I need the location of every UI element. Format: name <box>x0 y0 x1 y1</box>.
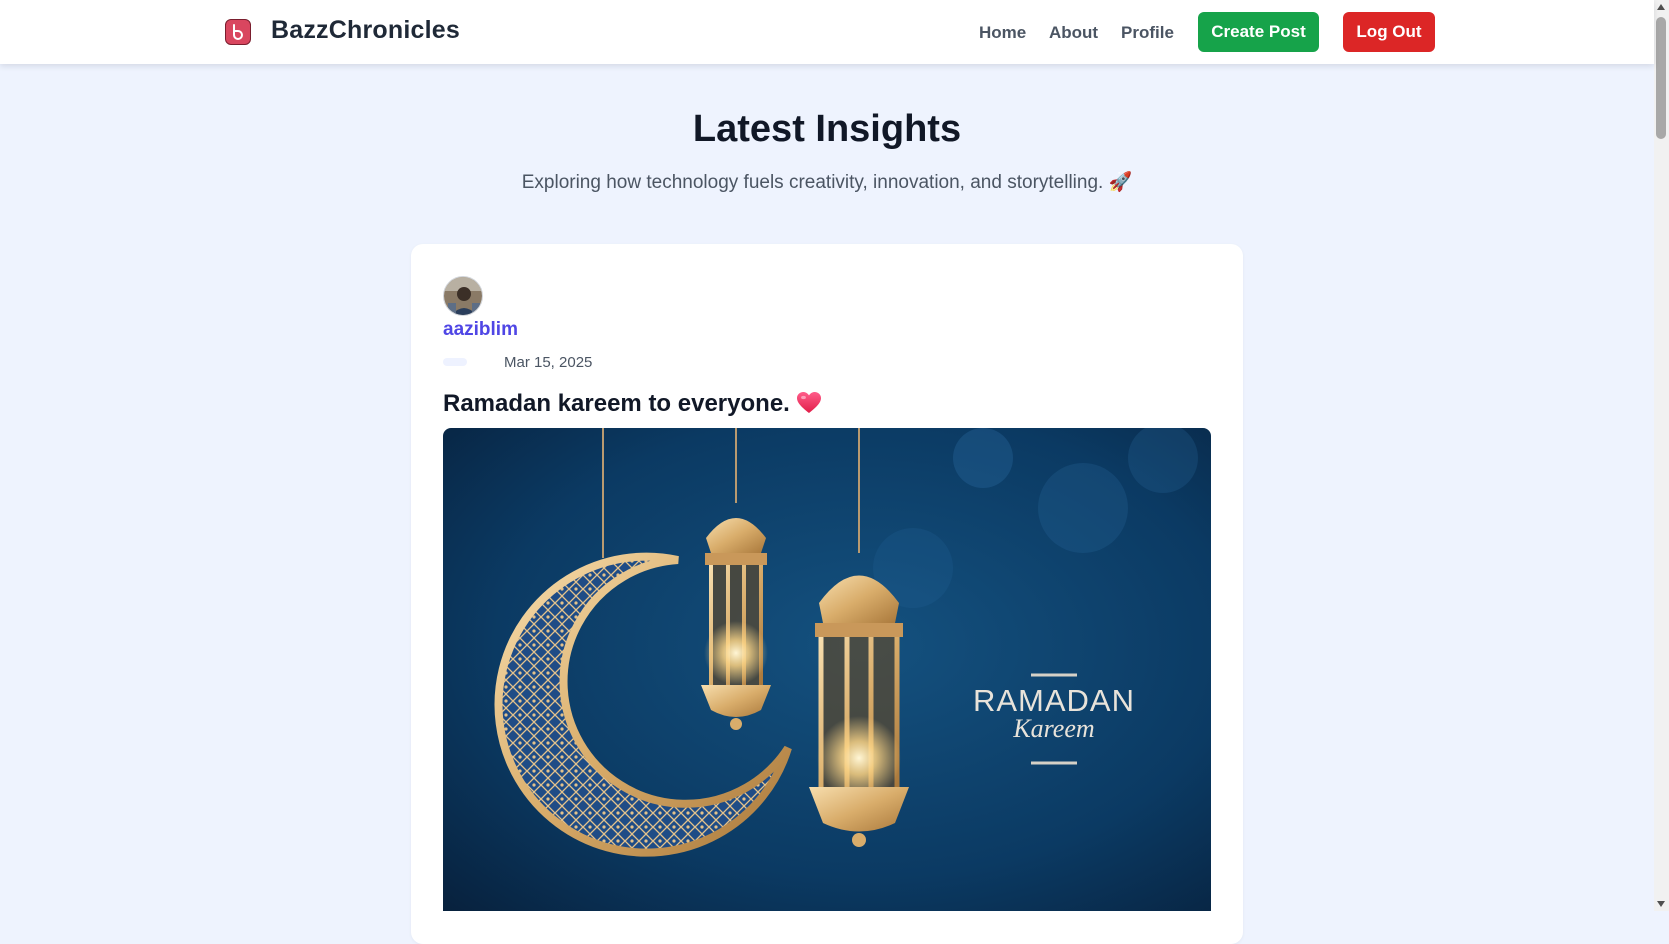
author-avatar[interactable] <box>443 276 483 316</box>
heart-icon <box>796 391 822 422</box>
post-title[interactable]: Ramadan kareem to everyone. <box>443 390 822 422</box>
post-image[interactable]: RAMADAN Kareem <box>443 428 1211 911</box>
post-date: Mar 15, 2025 <box>504 354 593 371</box>
post-title-text: Ramadan kareem to everyone. <box>443 390 790 417</box>
scrollbar-thumb[interactable] <box>1656 17 1666 139</box>
nav-link-profile[interactable]: Profile <box>1121 23 1174 43</box>
page-subtitle: Exploring how technology fuels creativit… <box>521 172 1133 193</box>
brand-logo-icon[interactable] <box>225 19 251 45</box>
post-tag-pill <box>443 358 467 366</box>
image-caption-line1: RAMADAN <box>973 683 1135 718</box>
post-author-link[interactable]: aaziblim <box>443 319 518 341</box>
image-caption-line2: Kareem <box>1012 714 1094 743</box>
logout-button[interactable]: Log Out <box>1343 12 1435 52</box>
create-post-button[interactable]: Create Post <box>1198 12 1319 52</box>
page-scrollbar[interactable] <box>1654 0 1669 911</box>
scroll-down-arrow-icon[interactable] <box>1657 901 1665 907</box>
nav-link-home[interactable]: Home <box>979 23 1026 43</box>
nav-link-about[interactable]: About <box>1049 23 1098 43</box>
top-navbar: BazzChronicles Home About Profile Create… <box>0 0 1654 64</box>
page-title: Latest Insights <box>692 108 962 150</box>
scroll-up-arrow-icon[interactable] <box>1657 4 1665 10</box>
brand-name[interactable]: BazzChronicles <box>271 16 460 45</box>
